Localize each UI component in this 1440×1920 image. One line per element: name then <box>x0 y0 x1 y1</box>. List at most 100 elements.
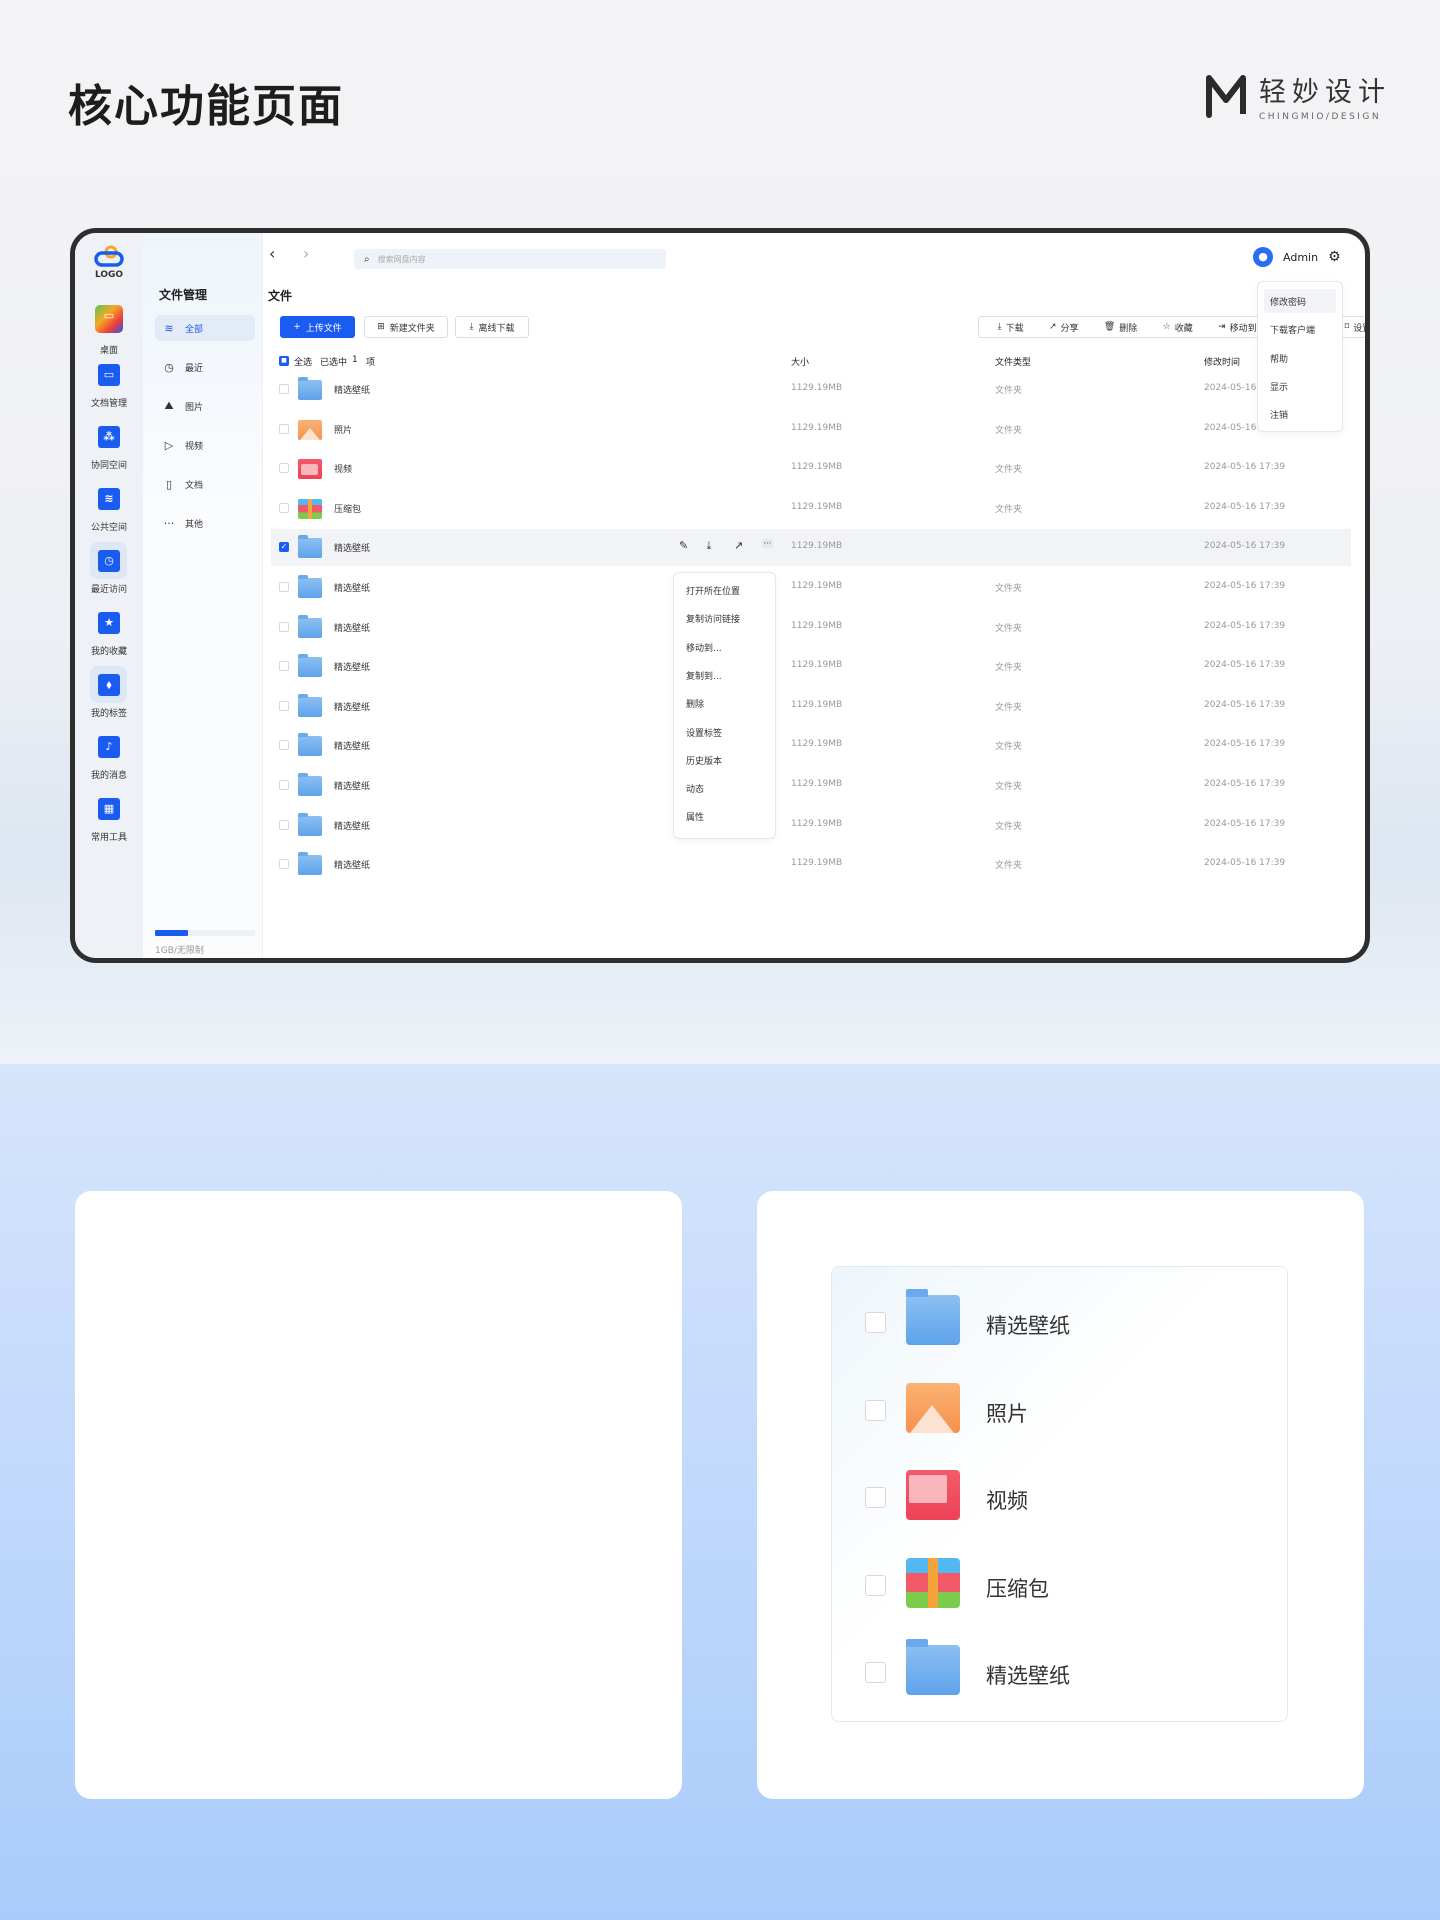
context-menu-item[interactable]: 删除 <box>686 697 704 710</box>
showcase-row[interactable]: 压缩包 <box>832 1555 1287 1615</box>
toolbar-share-button[interactable]: ↗ 分享 <box>1049 321 1079 334</box>
user-menu-item[interactable]: 修改密码 <box>1270 295 1306 308</box>
user-menu-item[interactable]: 注销 <box>1270 408 1288 421</box>
table-row[interactable]: ✓ 精选壁纸 1129.19MB 2024-05-16 17:39 ✎ ⤓ ↗ ··· <box>271 529 1351 567</box>
row-checkbox[interactable] <box>279 780 289 790</box>
table-row[interactable]: 精选壁纸 1129.19MB 文件夹 2024-05-16 17:39 <box>271 371 1351 408</box>
select-all-checkbox[interactable]: ■ <box>279 356 289 366</box>
row-checkbox[interactable] <box>279 859 289 870</box>
sidebar-item-3[interactable]: ▷ 视频 <box>155 432 255 458</box>
context-menu-item[interactable]: 打开所在位置 <box>686 584 740 597</box>
table-row[interactable]: 精选壁纸 1129.19MB 文件夹 2024-05-16 17:39 <box>271 688 1351 725</box>
toolbar-download-button[interactable]: ⤓ 下载 <box>998 321 1024 334</box>
table-row[interactable]: 压缩包 1129.19MB 文件夹 2024-05-16 17:39 <box>271 490 1351 527</box>
file-name[interactable]: 精选壁纸 <box>334 660 370 673</box>
file-name[interactable]: 精选壁纸 <box>334 819 370 832</box>
context-menu-item[interactable]: 历史版本 <box>686 754 722 767</box>
row-checkbox[interactable] <box>279 384 289 394</box>
table-row[interactable]: 照片 1129.19MB 文件夹 2024-05-16 17:39 <box>271 411 1351 448</box>
table-row[interactable]: 精选壁纸 1129.19MB 文件夹 2024-05-16 17:39 <box>271 569 1351 606</box>
nav-item-7[interactable]: ♪ 我的消息 <box>75 736 143 781</box>
table-row[interactable]: 精选壁纸 1129.19MB 文件夹 2024-05-16 17:39 <box>271 767 1351 804</box>
column-time[interactable]: 修改时间 <box>1204 355 1240 368</box>
row-checkbox[interactable] <box>279 423 289 434</box>
file-name[interactable]: 精选壁纸 <box>334 541 370 554</box>
table-row[interactable]: 精选壁纸 1129.19MB 文件夹 2024-05-16 17:39 <box>271 609 1351 646</box>
row-checkbox[interactable] <box>279 502 289 513</box>
file-name[interactable]: 精选壁纸 <box>334 700 370 713</box>
toolbar-bookmark-button[interactable]: ⌑设置标签 <box>1345 321 1365 334</box>
toolbar-move-button[interactable]: ⇥ 移动到 <box>1218 321 1257 334</box>
file-name[interactable]: 精选壁纸 <box>334 858 370 871</box>
nav-item-4[interactable]: ◷ 最近访问 <box>75 542 143 595</box>
toolbar-trash-button[interactable]: 🗑 删除 <box>1104 321 1137 334</box>
edit-icon[interactable]: ✎ <box>679 539 688 552</box>
showcase-row[interactable]: 视频 <box>832 1467 1287 1527</box>
file-name[interactable]: 精选壁纸 <box>334 739 370 752</box>
file-name[interactable]: 精选壁纸 <box>334 621 370 634</box>
back-button[interactable]: ‹ <box>269 244 275 263</box>
showcase-row[interactable]: 照片 <box>832 1380 1287 1440</box>
context-menu-item[interactable]: 复制访问链接 <box>686 612 740 625</box>
file-name[interactable]: 精选壁纸 <box>334 581 370 594</box>
settings-icon[interactable]: ⚙ <box>1328 249 1341 265</box>
forward-button[interactable]: › <box>303 244 309 263</box>
table-row[interactable]: 精选壁纸 1129.19MB 文件夹 2024-05-16 17:39 <box>271 807 1351 844</box>
showcase-checkbox[interactable] <box>865 1312 886 1333</box>
select-all-label[interactable]: 全选 <box>294 355 312 368</box>
sidebar-item-0[interactable]: ≋ 全部 <box>155 315 255 341</box>
user-area[interactable]: ● Admin ⚙ <box>1253 247 1341 267</box>
file-name[interactable]: 压缩包 <box>334 502 361 515</box>
row-checkbox[interactable] <box>279 463 289 474</box>
search-input[interactable]: ⌕ 搜索网盘内容 <box>354 249 666 269</box>
upload-button[interactable]: + 上传文件 <box>280 316 355 338</box>
nav-item-8[interactable]: ▦ 常用工具 <box>75 798 143 843</box>
nav-item-3[interactable]: ≋ 公共空间 <box>75 488 143 533</box>
row-checkbox[interactable] <box>279 582 289 592</box>
nav-item-5[interactable]: ★ 我的收藏 <box>75 612 143 657</box>
showcase-row[interactable]: 精选壁纸 <box>832 1289 1287 1352</box>
row-checkbox[interactable] <box>279 740 289 751</box>
nav-item-2[interactable]: ⁂ 协同空间 <box>75 426 143 471</box>
file-name[interactable]: 精选壁纸 <box>334 383 370 396</box>
sidebar-item-5[interactable]: ··· 其他 <box>155 510 255 536</box>
user-menu-item[interactable]: 帮助 <box>1270 352 1288 365</box>
more-icon[interactable]: ··· <box>761 539 774 549</box>
sidebar-item-2[interactable]: ⛰ 图片 <box>155 393 255 419</box>
share-icon[interactable]: ↗ <box>734 539 743 552</box>
showcase-checkbox[interactable] <box>865 1574 886 1596</box>
user-menu-item[interactable]: 下载客户端 <box>1270 323 1315 336</box>
new-folder-button[interactable]: ⊞ 新建文件夹 <box>364 316 448 338</box>
user-name[interactable]: Admin <box>1283 251 1318 264</box>
table-row[interactable]: 视频 1129.19MB 文件夹 2024-05-16 17:39 <box>271 450 1351 487</box>
context-menu-item[interactable]: 设置标签 <box>686 726 722 739</box>
row-checkbox[interactable] <box>279 621 289 632</box>
table-row[interactable]: 精选壁纸 1129.19MB 文件夹 2024-05-16 17:39 <box>271 846 1351 883</box>
column-type[interactable]: 文件类型 <box>995 355 1031 368</box>
avatar[interactable]: ● <box>1253 247 1273 267</box>
nav-item-6[interactable]: ⬧ 我的标签 <box>75 666 143 719</box>
nav-item-1[interactable]: ▭ 文档管理 <box>75 364 143 409</box>
row-checkbox[interactable] <box>279 661 289 672</box>
showcase-checkbox[interactable] <box>865 1487 886 1508</box>
sidebar-item-1[interactable]: ◷ 最近 <box>155 354 255 380</box>
logo[interactable]: LOGO <box>75 245 143 280</box>
context-menu-item[interactable]: 复制到... <box>686 669 722 682</box>
context-menu-item[interactable]: 移动到... <box>686 641 722 654</box>
table-row[interactable]: 精选壁纸 1129.19MB 文件夹 2024-05-16 17:39 <box>271 648 1351 685</box>
offline-download-button[interactable]: ⤓ 离线下载 <box>455 316 529 338</box>
user-menu-item[interactable]: 显示 <box>1270 380 1288 393</box>
context-menu-item[interactable]: 属性 <box>686 810 704 823</box>
download-icon[interactable]: ⤓ <box>707 539 712 553</box>
row-checkbox[interactable] <box>279 700 289 711</box>
file-name[interactable]: 照片 <box>334 423 352 436</box>
context-menu-item[interactable]: 动态 <box>686 782 704 795</box>
sidebar-item-4[interactable]: ▯ 文档 <box>155 471 255 497</box>
showcase-row[interactable]: 精选壁纸 <box>832 1639 1287 1702</box>
nav-item-0[interactable]: ▭ 桌面 <box>75 305 143 356</box>
toolbar-star-button[interactable]: ☆ 收藏 <box>1163 321 1193 334</box>
table-row[interactable]: 精选壁纸 1129.19MB 文件夹 2024-05-16 17:39 <box>271 727 1351 764</box>
row-checkbox[interactable] <box>279 819 289 830</box>
showcase-checkbox[interactable] <box>865 1662 886 1683</box>
file-name[interactable]: 精选壁纸 <box>334 779 370 792</box>
